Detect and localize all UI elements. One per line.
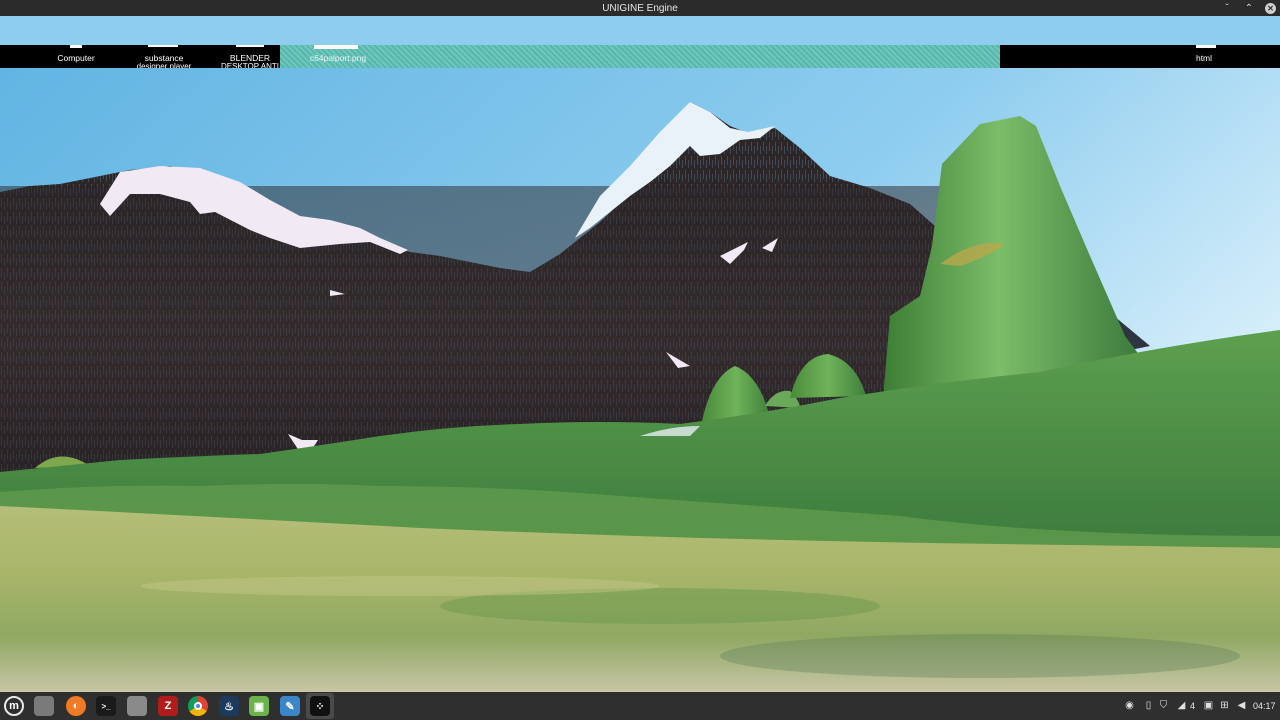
unigine-glyph: ⁘ — [315, 700, 325, 713]
desktop-icon-substance[interactable]: substance designer player — [128, 53, 200, 68]
desktop-icon-computer[interactable]: Computer — [48, 53, 104, 63]
blender-icon[interactable] — [236, 45, 264, 47]
desktop-icon-sublabel: DESKTOP ANTI — [221, 63, 279, 68]
engine-viewport[interactable]: Computer substance designer player BLEND… — [0, 16, 1280, 692]
terrain-scene — [0, 16, 1280, 692]
terminal-glyph: >_ — [101, 701, 111, 711]
firefox-glyph: ◐ — [72, 700, 80, 712]
clipboard-icon[interactable]: ▯ — [1143, 700, 1154, 711]
terminal-icon[interactable]: >_ — [96, 696, 116, 716]
display-icon[interactable]: ▣ — [1203, 700, 1214, 711]
mint-menu-glyph: m — [9, 700, 19, 712]
window-controls: ˇ ⌃ ✕ — [1221, 0, 1276, 16]
substance-icon[interactable] — [148, 45, 178, 47]
desktop-icon-label: Computer — [57, 53, 95, 63]
desktop-icon-html[interactable]: html — [1184, 53, 1224, 63]
software-manager-icon[interactable]: ▣ — [249, 696, 269, 716]
unigine-icon[interactable]: ⁘ — [310, 696, 330, 716]
desktop-icon-label: c64palport.png — [309, 53, 367, 63]
desktop-icon-label: BLENDER — [229, 53, 271, 63]
close-button[interactable]: ✕ — [1265, 2, 1276, 14]
steam-glyph: ♨ — [224, 700, 234, 713]
filezilla-icon[interactable]: Z — [158, 696, 178, 716]
network-icon[interactable]: ⊞ — [1219, 700, 1230, 711]
window-titlebar: UNIGINE Engine ˇ ⌃ ✕ — [0, 0, 1280, 16]
desktop-icon-label: html — [1195, 53, 1213, 63]
shield-icon[interactable]: ⛉ — [1158, 700, 1169, 711]
image-file-icon[interactable] — [314, 45, 358, 49]
computer-icon[interactable] — [70, 45, 82, 48]
filezilla-glyph: Z — [164, 700, 172, 712]
update-manager-icon[interactable]: ◉ — [1124, 700, 1135, 711]
taskbar: m ◐ >_ Z ♨ ▣ ✎ ⁘ ◉ ▯ ⛉ ◢ 4 ▣ ⊞ ◀ 04:17 — [0, 692, 1280, 720]
text-editor-glyph: ✎ — [285, 700, 295, 713]
chrome-center — [194, 702, 202, 710]
clock[interactable]: 04:17 — [1253, 692, 1276, 720]
files-icon[interactable] — [127, 696, 147, 716]
chrome-icon[interactable] — [188, 696, 208, 716]
maximize-button[interactable]: ⌃ — [1243, 2, 1255, 14]
mint-menu-icon[interactable]: m — [4, 696, 24, 716]
window-title: UNIGINE Engine — [602, 2, 678, 14]
strip-dark-right — [1000, 45, 1280, 68]
text-editor-icon[interactable]: ✎ — [280, 696, 300, 716]
software-manager-glyph: ▣ — [253, 700, 265, 713]
strip-image-preview — [280, 45, 1000, 68]
desktop-icons-strip: Computer substance designer player BLEND… — [0, 45, 1280, 68]
desktop-icon-label: substance — [144, 53, 184, 63]
desktop-icon-c64palport[interactable]: c64palport.png — [296, 53, 380, 63]
desktop-icon-blender[interactable]: BLENDER DESKTOP ANTI — [210, 53, 290, 68]
firefox-icon[interactable]: ◐ — [66, 696, 86, 716]
folder-icon[interactable] — [1196, 45, 1216, 48]
desktop-icon-sublabel: designer player — [136, 63, 192, 68]
steam-icon[interactable]: ♨ — [219, 696, 239, 716]
notifications-icon[interactable]: ◢ — [1176, 700, 1187, 711]
volume-icon[interactable]: ◀ — [1236, 700, 1247, 711]
show-desktop-icon[interactable] — [34, 696, 54, 716]
workspace-count[interactable]: 4 — [1190, 692, 1195, 720]
minimize-button[interactable]: ˇ — [1221, 2, 1233, 14]
